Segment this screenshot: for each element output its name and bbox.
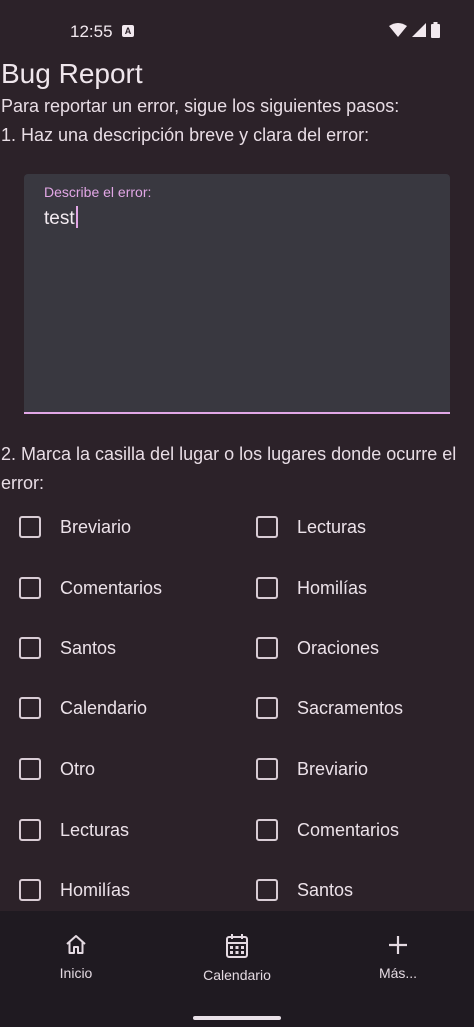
checkbox-label[interactable]: Santos [60,638,116,659]
checkbox-item[interactable]: Otro [19,754,95,784]
checkbox-label[interactable]: Otro [60,759,95,780]
wifi-icon [389,23,407,37]
description-field-value-wrap[interactable]: test [44,206,78,230]
calendar-icon [226,934,248,958]
checkbox[interactable] [256,516,278,538]
plus-icon [389,936,407,954]
nav-item-mas[interactable]: Más... [338,933,458,981]
description-field[interactable]: Describe el error: test [24,174,450,414]
checkbox-item[interactable]: Homilías [19,875,130,905]
step1-text: 1. Haz una descripción breve y clara del… [1,125,370,145]
checkbox[interactable] [19,819,41,841]
bottom-navigation: Inicio Calendario Más... [0,911,474,1027]
checkbox-item[interactable]: Santos [19,633,116,663]
checkbox-label[interactable]: Calendario [60,698,147,719]
checkbox-label[interactable]: Comentarios [60,578,162,599]
checkbox-item[interactable]: Santos [256,875,353,905]
checkbox-item[interactable]: Oraciones [256,633,379,663]
checkbox-label[interactable]: Sacramentos [297,698,403,719]
nav-item-calendario[interactable]: Calendario [177,933,297,983]
checkbox-item[interactable]: Comentarios [256,815,399,845]
step2-text: 2. Marca la casilla del lugar o los luga… [1,444,457,493]
checkbox[interactable] [256,577,278,599]
page-title: Bug Report [1,58,143,89]
checkbox[interactable] [256,637,278,659]
checkbox-label[interactable]: Homilías [297,578,367,599]
checkbox-item[interactable]: Lecturas [19,815,129,845]
checkbox-label[interactable]: Homilías [60,880,130,901]
checkbox[interactable] [19,758,41,780]
battery-icon [431,22,440,38]
description-field-value[interactable]: test [44,208,75,229]
checkbox[interactable] [19,879,41,901]
status-time: 12:55 [70,22,113,41]
checkbox-label[interactable]: Lecturas [60,820,129,841]
checkbox-item[interactable]: Calendario [19,693,147,723]
checkbox-item[interactable]: Comentarios [19,573,162,603]
checkbox-label[interactable]: Oraciones [297,638,379,659]
checkbox-label[interactable]: Santos [297,880,353,901]
checkbox[interactable] [19,577,41,599]
checkbox-item[interactable]: Breviario [256,754,368,784]
nav-label: Más... [378,965,418,981]
checkbox-label[interactable]: Breviario [60,517,131,538]
checkbox[interactable] [256,879,278,901]
nav-label: Inicio [59,965,93,981]
checkbox[interactable] [256,758,278,780]
checkbox-label[interactable]: Breviario [297,759,368,780]
checkbox-item[interactable]: Homilías [256,573,367,603]
status-icons [389,22,440,38]
checkbox-item[interactable]: Sacramentos [256,693,403,723]
checkbox-label[interactable]: Comentarios [297,820,399,841]
text-caret [75,206,78,228]
checkbox-item[interactable]: Lecturas [256,512,366,542]
nav-label: Calendario [203,967,271,983]
checkbox[interactable] [19,637,41,659]
checkbox[interactable] [256,697,278,719]
intro-text: Para reportar un error, sigue los siguie… [1,96,400,116]
status-bar: 12:55 A [0,0,474,62]
checkbox[interactable] [256,819,278,841]
checkbox-item[interactable]: Breviario [19,512,131,542]
signal-icon [412,23,426,37]
notification-icon: A [122,25,134,37]
description-field-label: Describe el error: [44,184,152,200]
checkbox[interactable] [19,697,41,719]
checkbox-label[interactable]: Lecturas [297,517,366,538]
home-icon [66,935,86,954]
gesture-handle[interactable] [193,1016,281,1020]
nav-item-inicio[interactable]: Inicio [16,933,136,981]
checkbox[interactable] [19,516,41,538]
